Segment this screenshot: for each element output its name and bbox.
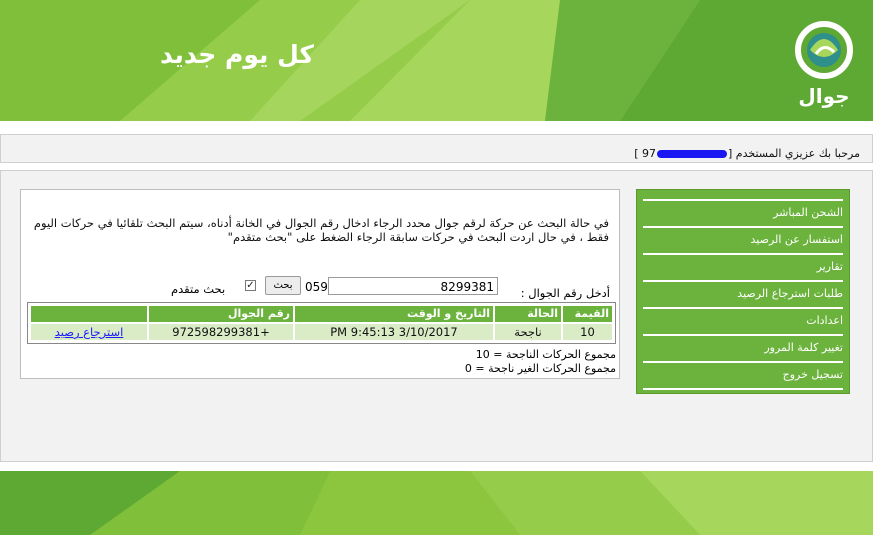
jawwal-logo: جوال xyxy=(790,14,858,109)
menu-item-settings[interactable]: اعدادات xyxy=(643,307,843,334)
table-cell-value: 10 xyxy=(563,324,612,340)
search-instructions: في حالة البحث عن حركة لرقم جوال محدد الر… xyxy=(33,216,609,244)
banner-background xyxy=(0,0,873,121)
welcome-message: مرحبا بك عزيزي المستخدم [ 97 ] xyxy=(634,147,860,160)
menu-item-refund-requests[interactable]: طلبات استرجاع الرصيد xyxy=(643,280,843,307)
welcome-bar: مرحبا بك عزيزي المستخدم [ 97 ] xyxy=(0,134,873,163)
column-header-status: الحالة xyxy=(495,306,561,322)
jawwal-logo-icon xyxy=(795,21,853,79)
side-menu: الشحن المباشر استفسار عن الرصيد تقارير ط… xyxy=(636,189,850,394)
table-cell-action: استرجاع رصيد xyxy=(31,324,147,340)
welcome-text-before: مرحبا بك عزيزي المستخدم [ xyxy=(728,147,860,160)
main-panel: الشحن المباشر استفسار عن الرصيد تقارير ط… xyxy=(0,170,873,462)
menu-item-balance-inquiry[interactable]: استفسار عن الرصيد xyxy=(643,226,843,253)
advanced-search-label: بحث متقدم xyxy=(171,282,226,296)
refund-link[interactable]: استرجاع رصيد xyxy=(55,325,124,339)
search-button[interactable]: بحث xyxy=(265,276,301,295)
banner-slogan: كل يوم جديد xyxy=(160,40,314,69)
welcome-text-prefix: 97 xyxy=(642,147,656,160)
menu-item-logout[interactable]: تسجيل خروج xyxy=(643,361,843,390)
phone-input[interactable]: 8299381 xyxy=(328,277,498,295)
column-header-action xyxy=(31,306,147,322)
footer-banner xyxy=(0,471,873,535)
failed-total: مجموع الحركات الغير ناجحة = 0 xyxy=(464,362,616,375)
results-table: القيمة الحالة التاريخ و الوقت رقم الجوال… xyxy=(27,302,616,344)
welcome-text-after: ] xyxy=(634,147,642,160)
search-panel: في حالة البحث عن حركة لرقم جوال محدد الر… xyxy=(20,189,620,379)
footer-background xyxy=(0,471,873,535)
table-cell-datetime: 3/10/2017 9:45:13 PM xyxy=(295,324,493,340)
logo-text: جوال xyxy=(798,84,850,108)
phone-label: أدخل رقم الجوال : xyxy=(520,286,610,300)
advanced-search-checkbox[interactable]: ✓ xyxy=(245,280,256,291)
menu-item-change-password[interactable]: تغيير كلمة المرور xyxy=(643,334,843,361)
menu-item-reports[interactable]: تقارير xyxy=(643,253,843,280)
menu-item-direct-topup[interactable]: الشحن المباشر xyxy=(643,199,843,226)
column-header-datetime: التاريخ و الوقت xyxy=(295,306,493,322)
header-banner: كل يوم جديد جوال xyxy=(0,0,873,121)
table-cell-status: ناجحة xyxy=(495,324,561,340)
redacted-user-id xyxy=(657,150,727,158)
column-header-phone: رقم الجوال xyxy=(149,306,293,322)
column-header-value: القيمة xyxy=(563,306,612,322)
success-total: مجموع الحركات الناجحة = 10 xyxy=(475,348,616,361)
phone-prefix: 059 xyxy=(305,280,328,294)
table-cell-phone: +972598299381 xyxy=(149,324,293,340)
